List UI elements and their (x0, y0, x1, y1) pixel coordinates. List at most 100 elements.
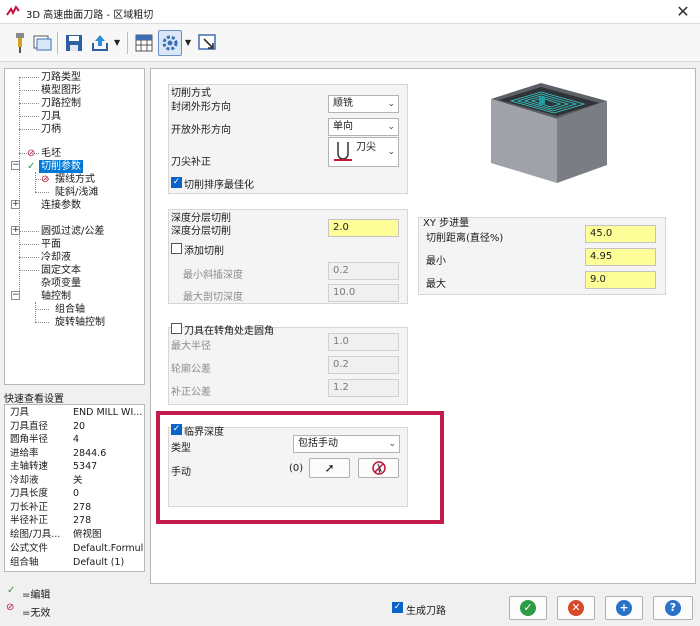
step-distance-label: 切削距离(直径%) (426, 233, 504, 244)
tip-comp-select[interactable]: 刀尖 ⌄ (328, 137, 399, 167)
corner-rounding-checkbox[interactable] (171, 323, 182, 334)
optimize-label: 切削排序最佳化 (184, 180, 254, 191)
stock-preview-image (491, 83, 607, 183)
step-max-label: 最大 (426, 279, 446, 290)
export-icon[interactable] (88, 30, 112, 56)
step-min-label: 最小 (426, 256, 446, 267)
expand-icon[interactable]: + (11, 200, 20, 209)
profile-tol-input[interactable]: 0.2 (328, 356, 399, 374)
min-ramp-label: 最小斜插深度 (183, 270, 243, 281)
parameter-table-icon[interactable] (132, 30, 156, 56)
quickview-row: 进给率 2844.6 (10, 448, 107, 459)
quickview-row: 主轴转速 5347 (10, 461, 98, 472)
gear-dropdown-icon[interactable]: ▼ (185, 38, 191, 47)
add-button[interactable]: + (605, 596, 643, 620)
open-direction-label: 开放外形方向 (171, 125, 231, 136)
tree-item-steep-shallow[interactable]: 陡斜/浅滩 (55, 186, 98, 199)
close-icon[interactable]: ✕ (674, 3, 692, 21)
tree-item-rotary-axis[interactable]: 旋转轴控制 (55, 316, 105, 329)
tree-item-tool[interactable]: 刀具 (41, 110, 61, 123)
xy-step-title: XY 步进量 (423, 218, 470, 229)
toolbar: ▼ ▼ (0, 24, 700, 62)
tree-item-canned-text[interactable]: 固定文本 (41, 264, 81, 277)
optimize-checkbox[interactable]: ✓ (171, 177, 182, 188)
tool-tip-icon (334, 142, 352, 161)
edited-check-icon: ✓ (27, 161, 36, 172)
quickview-row: 刀长补正 278 (10, 502, 92, 513)
tree-item-holder[interactable]: 刀柄 (41, 123, 61, 136)
chevron-down-icon: ⌄ (387, 99, 395, 109)
legend-invalid: =无效 (22, 608, 51, 619)
save-icon[interactable] (62, 30, 86, 56)
tree-item-axis-control[interactable]: 轴控制 (41, 290, 71, 303)
expand-icon[interactable]: + (11, 226, 20, 235)
invalid-icon: ⊘ (41, 174, 50, 185)
quickview-row: 绘图/刀具... 俯视图 (10, 529, 102, 540)
title-bar: 3D 高速曲面刀路 - 区域粗切 ✕ (0, 0, 700, 24)
tree-item-arc-filter[interactable]: 圆弧过滤/公差 (41, 225, 104, 238)
help-icon: ? (665, 600, 681, 616)
collapse-icon[interactable]: − (11, 161, 20, 170)
max-cut-input[interactable]: 10.0 (328, 284, 399, 302)
tool-icon[interactable] (8, 30, 32, 56)
chevron-down-icon[interactable]: ▼ (114, 38, 120, 47)
offset-tol-label: 补正公差 (171, 387, 211, 398)
app-logo-icon (6, 5, 20, 16)
cancel-button[interactable]: ✕ (557, 596, 595, 620)
tree-item-misc-values[interactable]: 杂项变量 (41, 277, 81, 290)
depth-step-label: 深度分层切削 (171, 226, 231, 237)
step-distance-input[interactable]: 45.0 (585, 225, 656, 243)
close-icon: ✕ (568, 600, 584, 616)
offset-tol-input[interactable]: 1.2 (328, 379, 399, 397)
add-cut-checkbox[interactable] (171, 243, 182, 254)
max-radius-input[interactable]: 1.0 (328, 333, 399, 351)
open-direction-select[interactable]: 单向 ⌄ (328, 118, 399, 136)
max-radius-label: 最大半径 (171, 341, 211, 352)
generate-toolpath-checkbox[interactable]: ✓ (392, 602, 403, 613)
min-ramp-input[interactable]: 0.2 (328, 262, 399, 280)
tree-item-trochoidal[interactable]: 摆线方式 (55, 173, 95, 186)
max-cut-label: 最大剖切深度 (183, 292, 243, 303)
gear-icon[interactable] (158, 30, 182, 56)
select-window-icon[interactable] (196, 30, 220, 56)
tip-comp-label: 刀尖补正 (171, 157, 211, 168)
window-title: 3D 高速曲面刀路 - 区域粗切 (26, 10, 154, 21)
main-panel: 切削方式 封闭外形方向 顺铣 ⌄ 开放外形方向 单向 ⌄ 刀尖补正 刀尖 ⌄ ✓ 切… (150, 68, 696, 584)
quickview-title: 快速查看设置 (4, 394, 64, 405)
help-button[interactable]: ? (653, 596, 693, 620)
quickview-row: 半径补正 278 (10, 515, 92, 526)
tool-library-icon[interactable] (30, 30, 54, 56)
ok-button[interactable]: ✓ (509, 596, 547, 620)
parameter-tree: 刀路类型 模型图形 刀路控制 刀具 刀柄 ⊘ 毛坯 − ✓ 切削参数 ⊘ 摆线方… (4, 68, 145, 385)
quickview-row: 冷却液关 (10, 475, 83, 486)
tree-item-linking[interactable]: 连接参数 (41, 199, 81, 212)
tree-item-stock[interactable]: 毛坯 (41, 147, 61, 160)
check-icon: ✓ (520, 600, 536, 616)
cut-method-title: 切削方式 (171, 88, 211, 99)
tree-item-model-geometry[interactable]: 模型图形 (41, 84, 81, 97)
add-cut-label: 添加切削 (184, 246, 224, 257)
step-min-input[interactable]: 4.95 (585, 248, 656, 266)
quickview-row: 刀具 END MILL WI... (10, 407, 143, 418)
chevron-down-icon: ⌄ (387, 122, 395, 132)
edited-check-icon: ✓ (7, 585, 16, 596)
collapse-icon[interactable]: − (11, 291, 20, 300)
legend-edited: =编辑 (22, 590, 51, 601)
quickview-row: 刀具直径 20 (10, 421, 86, 432)
closed-direction-label: 封闭外形方向 (171, 102, 231, 113)
quickview-row: 公式文件 Default.Formula (10, 543, 143, 554)
highlight-frame (156, 411, 444, 524)
tree-item-toolpath-type[interactable]: 刀路类型 (41, 71, 81, 84)
step-max-input[interactable]: 9.0 (585, 271, 656, 289)
tree-item-coolant[interactable]: 冷却液 (41, 251, 71, 264)
tree-item-axis-combination[interactable]: 组合轴 (55, 303, 85, 316)
closed-direction-select[interactable]: 顺铣 ⌄ (328, 95, 399, 113)
tree-item-toolpath-control[interactable]: 刀路控制 (41, 97, 81, 110)
quickview-row: 组合轴 Default (1) (10, 557, 125, 568)
quickview-row: 刀具长度 0 (10, 488, 80, 499)
generate-toolpath-label: 生成刀路 (406, 606, 446, 617)
quickview-row: 圆角半径 4 (10, 434, 80, 445)
depth-step-input[interactable]: 2.0 (328, 219, 399, 237)
tree-item-planes[interactable]: 平面 (41, 238, 61, 251)
tree-item-cut-parameters[interactable]: 切削参数 (39, 160, 83, 173)
